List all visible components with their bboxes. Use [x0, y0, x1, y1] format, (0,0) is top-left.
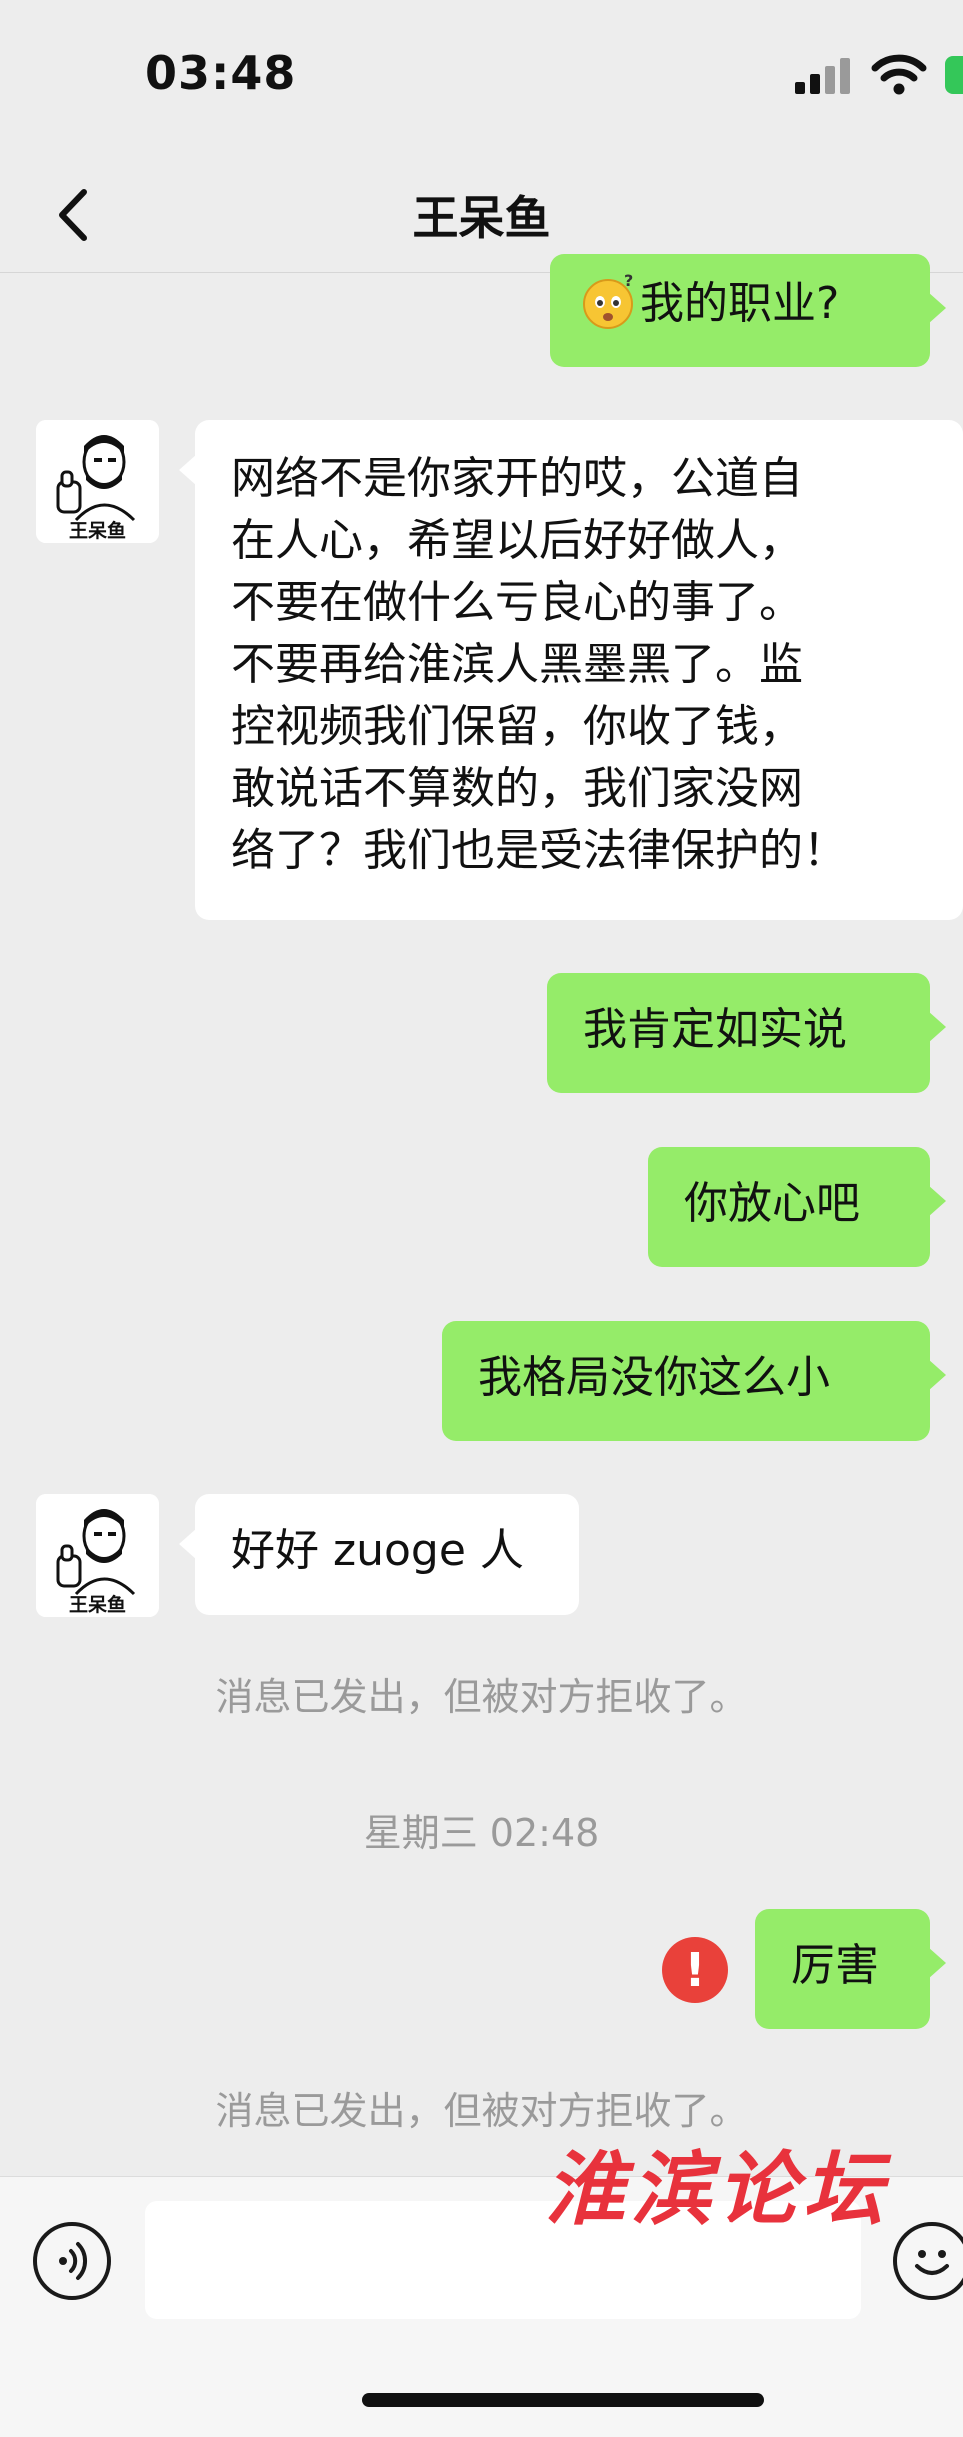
rejected-notice: 消息已发出，但被对方拒收了。 [215, 1675, 748, 1719]
message-line: 控视频我们保留，你收了钱， [231, 701, 803, 752]
message-text: 厉害 [791, 1940, 879, 1991]
battery-icon [945, 56, 963, 94]
message-text: 我的职业? [640, 278, 840, 329]
contact-avatar[interactable]: 王呆鱼 [36, 420, 159, 543]
message-line: 不要再给淮滨人黑墨黑了。监 [231, 639, 803, 690]
home-indicator[interactable] [362, 2393, 764, 2407]
message-line: 络了？我们也是受法律保护的！ [231, 825, 847, 876]
contact-avatar[interactable]: 王呆鱼 [36, 1494, 159, 1617]
message-bubble-outgoing[interactable]: 厉害 [755, 1909, 946, 2029]
svg-text:?: ? [624, 272, 633, 290]
status-time: 03:48 [145, 46, 297, 100]
message-bubble-outgoing[interactable]: 你放心吧 [648, 1147, 946, 1267]
thinking-face-emoji-icon: ? [583, 272, 633, 329]
chat-title: 王呆鱼 [412, 191, 551, 245]
emoji-button[interactable] [893, 2222, 963, 2300]
message-line: 不要在做什么亏良心的事了。 [231, 577, 803, 628]
avatar-caption: 王呆鱼 [68, 520, 126, 542]
message-bubble-incoming[interactable]: 网络不是你家开的哎，公道自 在人心，希望以后好好做人， 不要在做什么亏良心的事了… [179, 420, 963, 920]
smiley-face-icon [915, 2250, 949, 2275]
message-line: 网络不是你家开的哎，公道自 [231, 453, 803, 504]
send-failed-icon[interactable]: ! [662, 1937, 728, 2003]
message-bubble-outgoing[interactable]: 我肯定如实说 [547, 973, 946, 1093]
message-bubble-incoming[interactable]: 好好 zuoge 人 [179, 1494, 579, 1615]
message-line: 在人心，希望以后好好做人， [231, 515, 803, 566]
message-bubble-outgoing[interactable]: ? 我的职业? [550, 254, 946, 367]
message-text: 我格局没你这么小 [478, 1352, 830, 1403]
message-text: 我肯定如实说 [583, 1004, 847, 1055]
message-bubble-outgoing[interactable]: 我格局没你这么小 [442, 1321, 946, 1441]
forum-watermark: 淮滨论坛 [545, 2142, 889, 2236]
message-text: 你放心吧 [684, 1178, 860, 1229]
status-bar: 03:48 [0, 0, 963, 150]
wifi-icon [871, 54, 927, 95]
voice-input-button[interactable] [33, 2222, 111, 2300]
timestamp-label: 星期三 02:48 [363, 1811, 600, 1855]
message-text: 好好 zuoge 人 [231, 1525, 524, 1576]
cellular-signal-icon [795, 58, 853, 94]
message-line: 敢说话不算数的，我们家没网 [231, 763, 803, 814]
voice-wave-icon [59, 2242, 88, 2280]
avatar-caption: 王呆鱼 [68, 1594, 126, 1616]
